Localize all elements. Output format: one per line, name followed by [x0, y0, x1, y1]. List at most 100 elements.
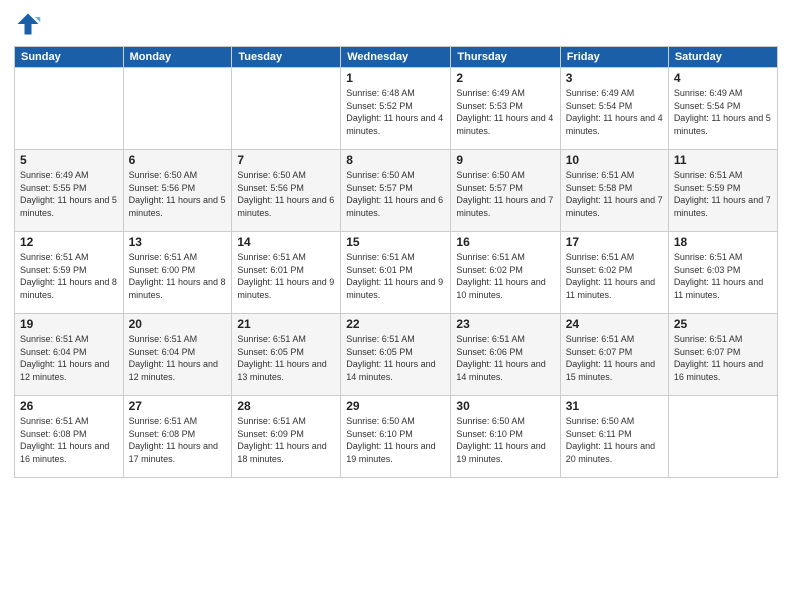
logo — [14, 10, 46, 38]
day-number: 17 — [566, 235, 663, 249]
day-info: Sunrise: 6:51 AMSunset: 6:08 PMDaylight:… — [129, 415, 227, 465]
calendar-cell: 10 Sunrise: 6:51 AMSunset: 5:58 PMDayligh… — [560, 150, 668, 232]
day-number: 2 — [456, 71, 554, 85]
day-info: Sunrise: 6:51 AMSunset: 6:02 PMDaylight:… — [566, 251, 663, 301]
day-info: Sunrise: 6:51 AMSunset: 6:04 PMDaylight:… — [20, 333, 118, 383]
calendar-cell: 24 Sunrise: 6:51 AMSunset: 6:07 PMDayligh… — [560, 314, 668, 396]
calendar-cell: 21 Sunrise: 6:51 AMSunset: 6:05 PMDayligh… — [232, 314, 341, 396]
day-info: Sunrise: 6:51 AMSunset: 5:59 PMDaylight:… — [674, 169, 772, 219]
day-number: 26 — [20, 399, 118, 413]
day-number: 25 — [674, 317, 772, 331]
day-info: Sunrise: 6:51 AMSunset: 6:00 PMDaylight:… — [129, 251, 227, 301]
day-number: 8 — [346, 153, 445, 167]
day-info: Sunrise: 6:49 AMSunset: 5:54 PMDaylight:… — [674, 87, 772, 137]
day-number: 1 — [346, 71, 445, 85]
day-number: 7 — [237, 153, 335, 167]
day-info: Sunrise: 6:51 AMSunset: 6:06 PMDaylight:… — [456, 333, 554, 383]
calendar-cell — [15, 68, 124, 150]
weekday-header: Wednesday — [341, 47, 451, 68]
weekday-header: Monday — [123, 47, 232, 68]
day-number: 27 — [129, 399, 227, 413]
calendar-cell — [123, 68, 232, 150]
day-number: 9 — [456, 153, 554, 167]
calendar-cell: 8 Sunrise: 6:50 AMSunset: 5:57 PMDaylight… — [341, 150, 451, 232]
day-info: Sunrise: 6:51 AMSunset: 6:07 PMDaylight:… — [566, 333, 663, 383]
day-number: 29 — [346, 399, 445, 413]
day-info: Sunrise: 6:51 AMSunset: 6:04 PMDaylight:… — [129, 333, 227, 383]
day-info: Sunrise: 6:51 AMSunset: 6:08 PMDaylight:… — [20, 415, 118, 465]
header — [14, 10, 778, 38]
day-info: Sunrise: 6:51 AMSunset: 5:59 PMDaylight:… — [20, 251, 118, 301]
calendar-cell: 9Sunrise: 6:50 AMSunset: 5:57 PMDaylight… — [451, 150, 560, 232]
day-number: 15 — [346, 235, 445, 249]
page: SundayMondayTuesdayWednesdayThursdayFrid… — [0, 0, 792, 612]
day-info: Sunrise: 6:51 AMSunset: 6:05 PMDaylight:… — [237, 333, 335, 383]
day-info: Sunrise: 6:48 AMSunset: 5:52 PMDaylight:… — [346, 87, 445, 137]
day-number: 18 — [674, 235, 772, 249]
calendar-cell: 7 Sunrise: 6:50 AMSunset: 5:56 PMDaylight… — [232, 150, 341, 232]
day-number: 14 — [237, 235, 335, 249]
day-number: 4 — [674, 71, 772, 85]
calendar-cell: 26 Sunrise: 6:51 AMSunset: 6:08 PMDayligh… — [15, 396, 124, 478]
calendar-cell: 31Sunrise: 6:50 AMSunset: 6:11 PMDayligh… — [560, 396, 668, 478]
day-info: Sunrise: 6:49 AMSunset: 5:55 PMDaylight:… — [20, 169, 118, 219]
day-number: 21 — [237, 317, 335, 331]
calendar-cell: 4 Sunrise: 6:49 AMSunset: 5:54 PMDaylight… — [668, 68, 777, 150]
day-number: 19 — [20, 317, 118, 331]
weekday-header: Thursday — [451, 47, 560, 68]
weekday-header: Sunday — [15, 47, 124, 68]
day-number: 20 — [129, 317, 227, 331]
day-info: Sunrise: 6:51 AMSunset: 5:58 PMDaylight:… — [566, 169, 663, 219]
day-info: Sunrise: 6:51 AMSunset: 6:07 PMDaylight:… — [674, 333, 772, 383]
day-info: Sunrise: 6:50 AMSunset: 6:10 PMDaylight:… — [346, 415, 445, 465]
calendar-cell: 13 Sunrise: 6:51 AMSunset: 6:00 PMDayligh… — [123, 232, 232, 314]
day-info: Sunrise: 6:51 AMSunset: 6:01 PMDaylight:… — [346, 251, 445, 301]
day-number: 23 — [456, 317, 554, 331]
day-number: 5 — [20, 153, 118, 167]
calendar-cell: 23 Sunrise: 6:51 AMSunset: 6:06 PMDayligh… — [451, 314, 560, 396]
day-info: Sunrise: 6:51 AMSunset: 6:03 PMDaylight:… — [674, 251, 772, 301]
weekday-header: Tuesday — [232, 47, 341, 68]
calendar-cell: 11 Sunrise: 6:51 AMSunset: 5:59 PMDayligh… — [668, 150, 777, 232]
calendar-cell: 27 Sunrise: 6:51 AMSunset: 6:08 PMDayligh… — [123, 396, 232, 478]
day-info: Sunrise: 6:51 AMSunset: 6:02 PMDaylight:… — [456, 251, 554, 301]
calendar-cell — [668, 396, 777, 478]
calendar-cell: 19 Sunrise: 6:51 AMSunset: 6:04 PMDayligh… — [15, 314, 124, 396]
calendar-cell: 22 Sunrise: 6:51 AMSunset: 6:05 PMDayligh… — [341, 314, 451, 396]
day-info: Sunrise: 6:51 AMSunset: 6:05 PMDaylight:… — [346, 333, 445, 383]
day-number: 11 — [674, 153, 772, 167]
calendar-cell: 2 Sunrise: 6:49 AMSunset: 5:53 PMDaylight… — [451, 68, 560, 150]
calendar-cell: 3 Sunrise: 6:49 AMSunset: 5:54 PMDaylight… — [560, 68, 668, 150]
day-number: 3 — [566, 71, 663, 85]
day-info: Sunrise: 6:49 AMSunset: 5:53 PMDaylight:… — [456, 87, 554, 137]
day-info: Sunrise: 6:50 AMSunset: 6:11 PMDaylight:… — [566, 415, 663, 465]
day-number: 6 — [129, 153, 227, 167]
calendar-cell: 29 Sunrise: 6:50 AMSunset: 6:10 PMDayligh… — [341, 396, 451, 478]
calendar-cell: 1 Sunrise: 6:48 AMSunset: 5:52 PMDaylight… — [341, 68, 451, 150]
day-number: 12 — [20, 235, 118, 249]
calendar-cell: 25 Sunrise: 6:51 AMSunset: 6:07 PMDayligh… — [668, 314, 777, 396]
calendar-cell: 15 Sunrise: 6:51 AMSunset: 6:01 PMDayligh… — [341, 232, 451, 314]
day-info: Sunrise: 6:50 AMSunset: 5:56 PMDaylight:… — [237, 169, 335, 219]
day-info: Sunrise: 6:51 AMSunset: 6:09 PMDaylight:… — [237, 415, 335, 465]
day-info: Sunrise: 6:49 AMSunset: 5:54 PMDaylight:… — [566, 87, 663, 137]
day-info: Sunrise: 6:50 AMSunset: 5:56 PMDaylight:… — [129, 169, 227, 219]
weekday-header: Friday — [560, 47, 668, 68]
calendar-cell: 20 Sunrise: 6:51 AMSunset: 6:04 PMDayligh… — [123, 314, 232, 396]
calendar-cell: 30Sunrise: 6:50 AMSunset: 6:10 PMDayligh… — [451, 396, 560, 478]
calendar-cell: 17 Sunrise: 6:51 AMSunset: 6:02 PMDayligh… — [560, 232, 668, 314]
day-number: 13 — [129, 235, 227, 249]
logo-icon — [14, 10, 42, 38]
day-info: Sunrise: 6:50 AMSunset: 5:57 PMDaylight:… — [346, 169, 445, 219]
day-number: 24 — [566, 317, 663, 331]
day-number: 10 — [566, 153, 663, 167]
day-number: 30 — [456, 399, 554, 413]
day-number: 28 — [237, 399, 335, 413]
calendar-cell: 5 Sunrise: 6:49 AMSunset: 5:55 PMDaylight… — [15, 150, 124, 232]
weekday-header: Saturday — [668, 47, 777, 68]
day-number: 22 — [346, 317, 445, 331]
calendar-cell: 16Sunrise: 6:51 AMSunset: 6:02 PMDayligh… — [451, 232, 560, 314]
calendar: SundayMondayTuesdayWednesdayThursdayFrid… — [14, 46, 778, 478]
calendar-cell: 12 Sunrise: 6:51 AMSunset: 5:59 PMDayligh… — [15, 232, 124, 314]
calendar-cell: 14Sunrise: 6:51 AMSunset: 6:01 PMDayligh… — [232, 232, 341, 314]
